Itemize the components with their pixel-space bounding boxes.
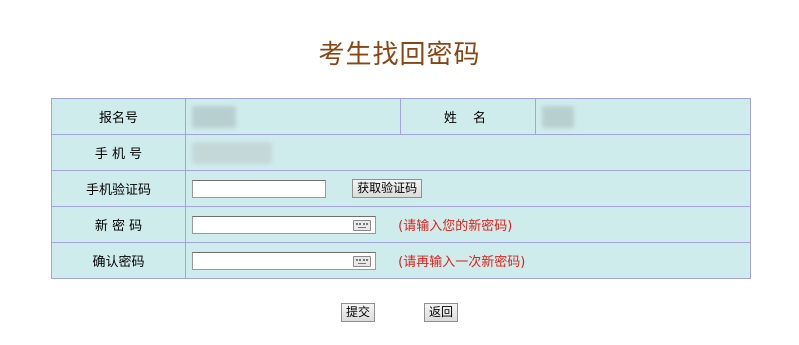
row-phone: 手 机 号 — [51, 134, 751, 171]
code-label: 手机验证码 — [51, 170, 186, 207]
confirm-pwd-input[interactable] — [192, 251, 376, 270]
new-pwd-input[interactable] — [192, 215, 376, 234]
get-code-button[interactable]: 获取验证码 — [352, 179, 423, 198]
phone-redacted — [192, 141, 272, 164]
new-pwd-cell: (请输入您的新密码) — [185, 206, 751, 243]
keyboard-icon[interactable] — [353, 255, 371, 267]
reg-no-redacted — [192, 105, 236, 128]
page-title: 考生找回密码 — [318, 40, 481, 70]
new-pwd-label: 新 密 码 — [51, 206, 186, 243]
code-cell: 获取验证码 — [185, 170, 751, 207]
code-input[interactable] — [192, 179, 326, 198]
row-confirm-pwd: 确认密码 (请再输入一次新密码) — [51, 242, 751, 279]
keyboard-icon[interactable] — [353, 219, 371, 231]
name-label-text: 姓 名 — [443, 111, 493, 126]
confirm-pwd-hint: (请再输入一次新密码) — [398, 255, 526, 270]
row-new-pwd: 新 密 码 (请输入您的新密码) — [51, 206, 751, 243]
row-code: 手机验证码 获取验证码 — [51, 170, 751, 207]
phone-value — [185, 134, 751, 171]
confirm-pwd-label: 确认密码 — [51, 242, 186, 279]
submit-button[interactable]: 提交 — [341, 303, 376, 322]
row-reg-no: 报名号 姓 名 — [51, 98, 751, 135]
name-redacted — [542, 105, 574, 128]
back-button[interactable]: 返回 — [424, 303, 459, 322]
reg-no-value — [185, 98, 401, 135]
new-pwd-hint: (请输入您的新密码) — [398, 219, 513, 234]
phone-label: 手 机 号 — [51, 134, 186, 171]
reg-no-label: 报名号 — [51, 98, 186, 135]
confirm-pwd-cell: (请再输入一次新密码) — [185, 242, 751, 279]
recover-password-form: 报名号 姓 名 手 机 号 手机验证码 获取验证码 新 密 码 (请输入您的新密… — [51, 98, 751, 279]
name-value — [535, 98, 751, 135]
name-label: 姓 名 — [400, 98, 536, 135]
